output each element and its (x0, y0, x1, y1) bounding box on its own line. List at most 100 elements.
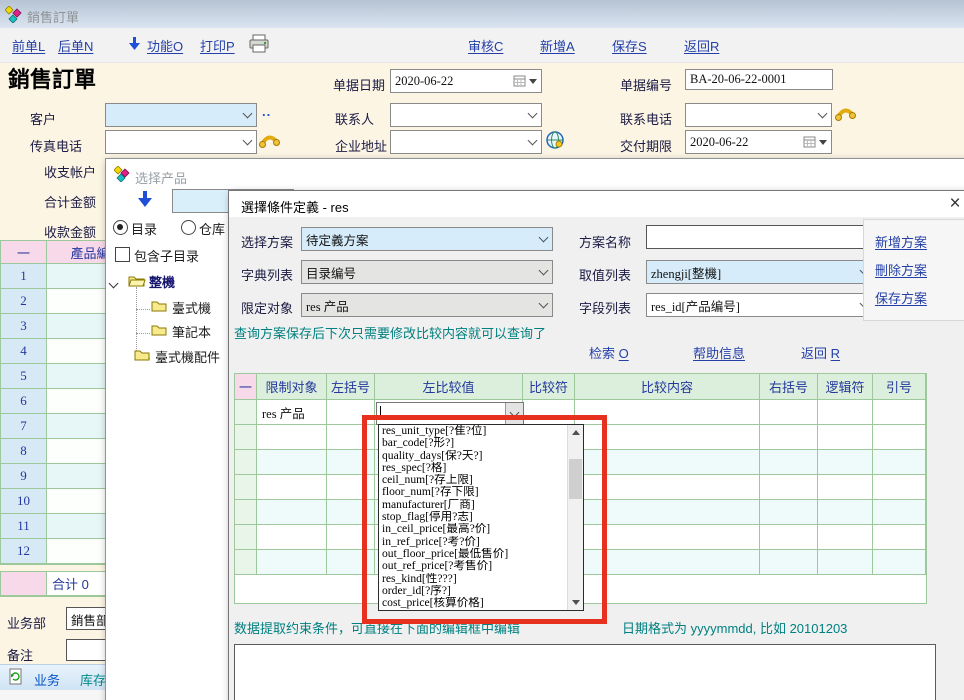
contact-phone-combo[interactable] (685, 103, 832, 127)
cond-grid-cell[interactable] (327, 400, 375, 425)
scroll-down-button[interactable] (568, 595, 583, 610)
restrict-target-combo[interactable]: res 产品 (301, 293, 553, 317)
delivery-date-field[interactable]: 2020-06-22 (685, 130, 832, 154)
left-compare-value-combo[interactable] (376, 402, 524, 425)
scroll-up-button[interactable] (568, 425, 583, 440)
toolbar-action-3[interactable]: 保存S (612, 36, 647, 55)
toolbar-action-2[interactable]: 新增A (540, 36, 575, 55)
cond-grid-cell[interactable] (575, 525, 760, 550)
dropdown-scrollbar[interactable] (567, 425, 583, 610)
cond-grid-cell[interactable] (327, 475, 375, 500)
cond-grid-cell[interactable] (327, 550, 375, 575)
dropdown-item-5[interactable]: ceil_num[?存上限] (379, 474, 568, 486)
cond-grid-cell[interactable] (818, 425, 873, 450)
condition-link-2[interactable]: 帮助信息 (693, 343, 745, 362)
customer-more-button[interactable]: .. (262, 104, 271, 119)
dropdown-item-9[interactable]: in_ceil_price[最高?价] (379, 523, 568, 535)
cond-grid-cell[interactable] (575, 450, 760, 475)
dropdown-item-13[interactable]: res_kind[性???] (379, 573, 568, 585)
cond-grid-cell[interactable] (873, 425, 926, 450)
date-dropdown-arrow[interactable] (819, 140, 827, 145)
cond-grid-cell[interactable] (760, 400, 818, 425)
cond-grid-cell[interactable] (575, 425, 760, 450)
tree-item-2[interactable]: 臺式機 (172, 298, 211, 317)
toolbar-action-4[interactable]: 返回R (684, 36, 719, 55)
cond-grid-cell[interactable] (327, 525, 375, 550)
cond-grid-cell[interactable]: res 产品 (257, 400, 327, 425)
dropdown-item-15[interactable]: cost_price[核算价格] (379, 597, 568, 609)
dict-list-combo[interactable]: 目录编号 (301, 260, 553, 284)
new-plan-button[interactable]: 新增方案 (875, 232, 927, 251)
cond-grid-cell[interactable] (760, 525, 818, 550)
scroll-thumb[interactable] (569, 459, 582, 499)
dropdown-item-7[interactable]: manufacturer[厂商] (379, 499, 568, 511)
cond-grid-cell[interactable] (818, 550, 873, 575)
cond-grid-cell[interactable] (257, 500, 327, 525)
dropdown-item-14[interactable]: order_id[?序?] (379, 585, 568, 597)
radio-catalog[interactable] (113, 220, 128, 235)
cond-grid-cell[interactable] (873, 475, 926, 500)
tab-inventory[interactable]: 库存 (80, 670, 106, 689)
date-dropdown-arrow[interactable] (529, 79, 537, 84)
cond-grid-cell[interactable] (818, 450, 873, 475)
dropdown-item-1[interactable]: res_unit_type[?隹?位] (379, 425, 568, 437)
condition-link-3[interactable]: 返回 R (801, 343, 840, 362)
plan-name-input[interactable] (646, 225, 872, 249)
cond-grid-cell[interactable] (575, 550, 760, 575)
value-list-combo[interactable]: zhengji[整機] (646, 260, 874, 284)
cond-grid-cell[interactable] (523, 400, 575, 425)
product-dialog-down-arrow-icon[interactable] (137, 190, 153, 209)
cond-grid-cell[interactable] (873, 500, 926, 525)
radio-catalog-label[interactable]: 目录 (131, 219, 157, 238)
company-address-combo[interactable] (390, 130, 542, 154)
dropdown-item-8[interactable]: stop_flag[停用?志] (379, 511, 568, 523)
cond-grid-cell[interactable] (327, 425, 375, 450)
cond-grid-cell[interactable] (760, 425, 818, 450)
dropdown-item-2[interactable]: bar_code[?形?] (379, 437, 568, 449)
fax-phone-combo[interactable] (105, 130, 257, 154)
doc-date-field[interactable]: 2020-06-22 (390, 69, 542, 93)
cond-grid-cell[interactable] (257, 425, 327, 450)
toolbar-action-1[interactable]: 审核C (468, 36, 503, 55)
tree-item-1[interactable]: 整機 (149, 272, 175, 291)
cond-grid-cell[interactable] (873, 450, 926, 475)
cond-grid-cell[interactable] (575, 500, 760, 525)
cond-grid-cell[interactable] (575, 475, 760, 500)
dropdown-item-11[interactable]: out_floor_price[最低售价] (379, 548, 568, 560)
customer-combo[interactable] (105, 103, 257, 127)
cond-grid-cell[interactable] (818, 400, 873, 425)
cond-grid-cell[interactable] (818, 500, 873, 525)
close-icon[interactable]: × (943, 192, 964, 216)
tree-item-3[interactable]: 筆記本 (172, 322, 211, 341)
radio-warehouse[interactable] (181, 220, 196, 235)
tab-business[interactable]: 业务 (34, 670, 60, 689)
tree-expand-chevron[interactable] (110, 275, 117, 290)
cond-grid-cell[interactable] (257, 525, 327, 550)
save-plan-button[interactable]: 保存方案 (875, 288, 927, 307)
dropdown-item-4[interactable]: res_spec[?格] (379, 462, 568, 474)
cond-grid-cell[interactable] (760, 450, 818, 475)
phone-icon[interactable] (834, 101, 856, 125)
fax-phone-icon[interactable] (258, 128, 280, 152)
cond-grid-cell[interactable] (257, 450, 327, 475)
cond-grid-cell[interactable] (873, 525, 926, 550)
cond-grid-cell[interactable] (327, 450, 375, 475)
cond-grid-cell[interactable] (257, 550, 327, 575)
globe-icon[interactable] (545, 130, 565, 150)
dropdown-item-12[interactable]: out_ref_price[?考售价] (379, 560, 568, 572)
delete-plan-button[interactable]: 刪除方案 (875, 260, 927, 279)
cond-grid-cell[interactable] (257, 475, 327, 500)
include-sub-checkbox[interactable] (115, 247, 130, 262)
cond-grid-cell[interactable] (760, 475, 818, 500)
combo-dropdown-button[interactable] (505, 403, 523, 424)
dropdown-item-3[interactable]: quality_days[保?天?] (379, 450, 568, 462)
cond-grid-cell[interactable] (760, 500, 818, 525)
doc-no-input[interactable]: BA-20-06-22-0001 (685, 69, 833, 90)
dropdown-item-10[interactable]: in_ref_price[?考?价] (379, 536, 568, 548)
cond-grid-cell[interactable] (818, 475, 873, 500)
contact-combo[interactable] (390, 103, 542, 127)
radio-warehouse-label[interactable]: 仓库 (199, 219, 225, 238)
cond-grid-cell[interactable] (818, 525, 873, 550)
cond-grid-cell[interactable] (760, 550, 818, 575)
field-list-combo[interactable]: res_id[产品编号] (646, 293, 874, 317)
